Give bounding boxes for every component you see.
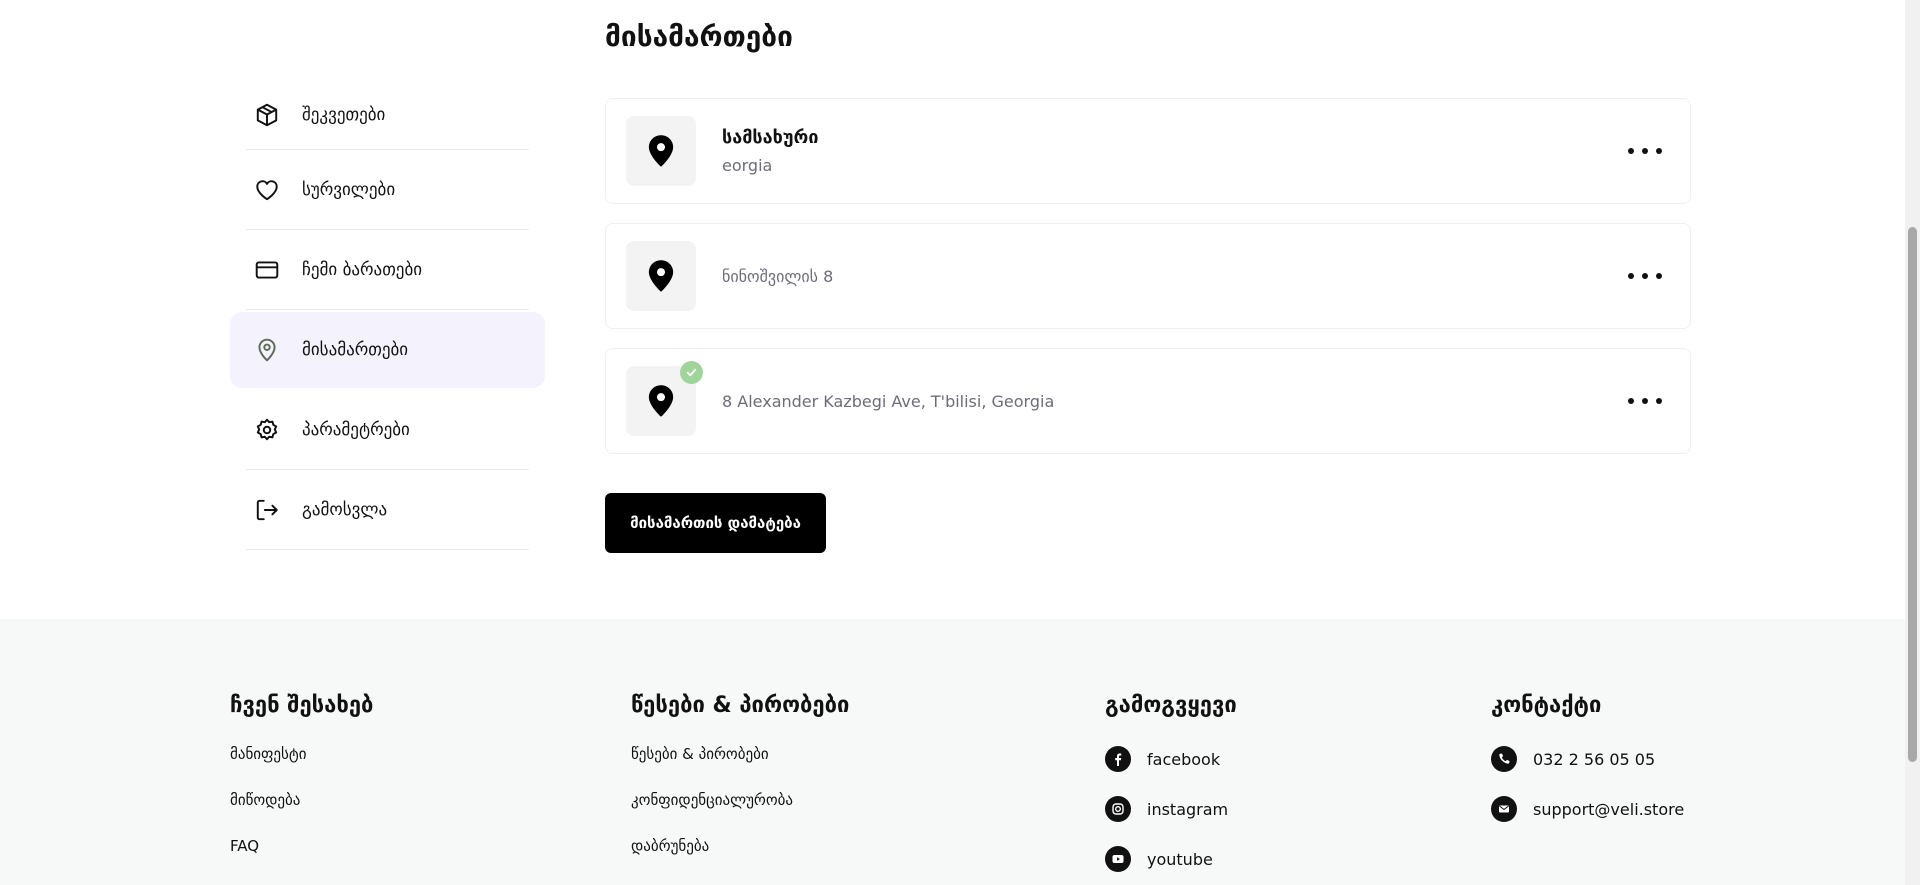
footer-social-label: facebook <box>1147 749 1221 769</box>
add-address-button[interactable]: მისამართის დამატება <box>605 493 826 553</box>
footer-link-facebook[interactable]: facebook <box>1105 734 1237 784</box>
sidebar-item-cards[interactable]: ჩემი ბარათები <box>230 230 545 310</box>
footer-email-text: support@veli.store <box>1533 799 1685 819</box>
sidebar-item-label: ჩემი ბარათები <box>302 260 423 280</box>
footer-link-manifesto[interactable]: მანიფესტი <box>230 744 373 790</box>
address-pin-box <box>626 241 696 311</box>
sidebar-item-orders[interactable]: შეკვეთები <box>230 80 545 150</box>
location-pin-icon <box>648 135 674 167</box>
address-subtitle: eorgia <box>722 156 773 175</box>
sidebar-item-logout[interactable]: გამოსვლა <box>230 470 545 550</box>
footer-social-label: instagram <box>1147 799 1229 819</box>
footer-link-youtube[interactable]: youtube <box>1105 834 1237 884</box>
credit-card-icon <box>254 257 280 283</box>
address-card[interactable]: სამსახური eorgia <box>605 98 1691 204</box>
location-pin-icon <box>648 385 674 417</box>
page-scrollbar[interactable] <box>1905 0 1920 885</box>
gear-icon <box>254 417 280 443</box>
facebook-icon <box>1105 746 1131 772</box>
sidebar-item-wishlist[interactable]: სურვილები <box>230 150 545 230</box>
sidebar-item-label: შეკვეთები <box>302 105 386 125</box>
footer-contacts-column: კონტაქტი 032 2 56 05 05 support@veli.sto… <box>1491 693 1684 834</box>
sidebar-item-settings[interactable]: პარამეტრები <box>230 390 545 470</box>
footer-follow-column: გამოგვყევი facebook instagram youtube <box>1105 693 1237 884</box>
address-pin-box <box>626 116 696 186</box>
footer-link-returns[interactable]: დაბრუნება <box>631 836 849 882</box>
footer-terms-column: წესები & პირობები წესები & პირობები კონფ… <box>631 693 849 882</box>
footer-link-delivery[interactable]: მიწოდება <box>230 790 373 836</box>
package-icon <box>254 102 280 128</box>
footer-link-privacy[interactable]: კონფიდენციალურობა <box>631 790 849 836</box>
address-subtitle: ნინოშვილის 8 <box>722 266 834 286</box>
footer-email-link[interactable]: support@veli.store <box>1491 784 1684 834</box>
footer-phone-text: 032 2 56 05 05 <box>1533 749 1656 769</box>
account-sidebar: შეკვეთები სურვილები ჩემი ბარათები მისამა… <box>230 80 545 550</box>
address-pin-box <box>626 361 703 436</box>
address-card[interactable]: 8 Alexander Kazbegi Ave, T'bilisi, Georg… <box>605 348 1691 454</box>
footer-link-instagram[interactable]: instagram <box>1105 784 1237 834</box>
footer-phone-link[interactable]: 032 2 56 05 05 <box>1491 734 1684 784</box>
footer-terms-title: წესები & პირობები <box>631 693 850 718</box>
address-subtitle: 8 Alexander Kazbegi Ave, T'bilisi, Georg… <box>722 391 1055 411</box>
sidebar-item-addresses[interactable]: მისამართები <box>230 312 545 388</box>
sidebar-item-label: პარამეტრები <box>302 420 410 440</box>
instagram-icon <box>1105 796 1131 822</box>
page-title: მისამართები <box>605 20 793 53</box>
map-pin-icon <box>254 337 280 363</box>
footer-follow-title: გამოგვყევი <box>1105 693 1237 718</box>
sidebar-item-label: მისამართები <box>302 340 409 360</box>
sidebar-item-label: გამოსვლა <box>302 500 388 520</box>
site-footer: ჩვენ შესახებ მანიფესტი მიწოდება FAQ წესე… <box>0 619 1920 885</box>
footer-link-terms[interactable]: წესები & პირობები <box>631 744 849 790</box>
default-check-icon <box>680 361 703 384</box>
footer-about-column: ჩვენ შესახებ მანიფესტი მიწოდება FAQ <box>230 693 373 882</box>
address-title: სამსახური <box>722 127 819 148</box>
youtube-icon <box>1105 846 1131 872</box>
more-options-icon[interactable] <box>1628 141 1662 161</box>
phone-icon <box>1491 746 1517 772</box>
more-options-icon[interactable] <box>1628 391 1662 411</box>
scrollbar-thumb[interactable] <box>1908 227 1917 762</box>
mail-icon <box>1491 796 1517 822</box>
heart-icon <box>254 177 280 203</box>
more-options-icon[interactable] <box>1628 266 1662 286</box>
footer-contacts-title: კონტაქტი <box>1491 693 1602 718</box>
footer-link-faq[interactable]: FAQ <box>230 836 373 882</box>
footer-social-label: youtube <box>1147 849 1213 869</box>
location-pin-icon <box>648 260 674 292</box>
logout-icon <box>254 497 280 523</box>
sidebar-item-label: სურვილები <box>302 180 396 200</box>
address-list: სამსახური eorgia ნინოშვილის 8 8 Alexande… <box>605 98 1691 473</box>
address-card[interactable]: ნინოშვილის 8 <box>605 223 1691 329</box>
footer-about-title: ჩვენ შესახებ <box>230 693 374 718</box>
